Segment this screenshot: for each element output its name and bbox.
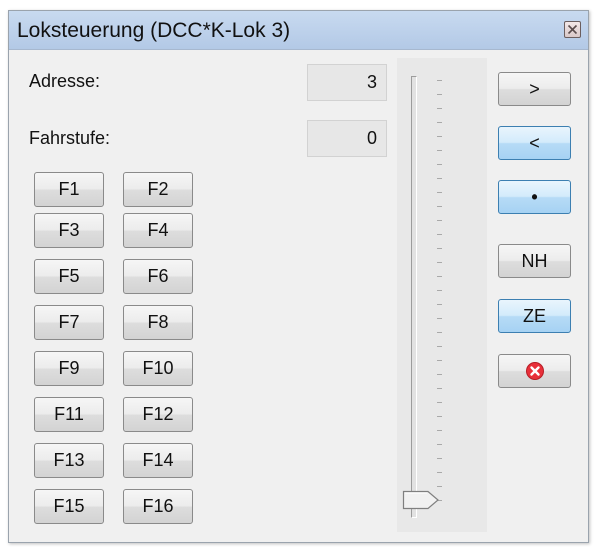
function-button-f15[interactable]: F15: [34, 489, 104, 524]
close-x-icon: [567, 24, 578, 35]
slider-tick: [437, 360, 442, 361]
function-button-f9[interactable]: F9: [34, 351, 104, 386]
speed-step-value: 0: [307, 120, 387, 157]
slider-tick: [437, 430, 442, 431]
function-button-f7[interactable]: F7: [34, 305, 104, 340]
slider-tick: [437, 164, 442, 165]
slider-tick: [437, 458, 442, 459]
stop-button[interactable]: •: [498, 180, 571, 214]
address-value: 3: [307, 64, 387, 101]
window-title: Loksteuerung (DCC*K-Lok 3): [17, 19, 291, 42]
slider-tick: [437, 444, 442, 445]
speed-step-label: Fahrstufe:: [29, 128, 111, 148]
slider-tick: [437, 108, 442, 109]
slider-tick: [437, 388, 442, 389]
slider-tick: [437, 416, 442, 417]
slider-tick: [437, 192, 442, 193]
slider-tick: [437, 150, 442, 151]
function-button-f14[interactable]: F14: [123, 443, 193, 478]
slider-tick: [437, 262, 442, 263]
function-button-f10[interactable]: F10: [123, 351, 193, 386]
slider-tick: [437, 122, 442, 123]
address-label: Adresse:: [29, 71, 101, 91]
slider-tick: [437, 472, 442, 473]
close-button[interactable]: [564, 21, 581, 38]
slider-tick: [437, 178, 442, 179]
function-button-f12[interactable]: F12: [123, 397, 193, 432]
slider-tick: [437, 206, 442, 207]
emergency-stop-button[interactable]: [498, 354, 571, 388]
slider-tick: [437, 248, 442, 249]
slider-tick: [437, 374, 442, 375]
nh-button[interactable]: NH: [498, 244, 571, 278]
slider-tick: [437, 80, 442, 81]
slider-tick: [437, 290, 442, 291]
slider-ticks: [437, 80, 443, 510]
slider-tick: [437, 304, 442, 305]
function-button-f1[interactable]: F1: [34, 172, 104, 207]
slider-tick: [437, 136, 442, 137]
slider-thumb[interactable]: [402, 490, 440, 510]
function-button-f13[interactable]: F13: [34, 443, 104, 478]
forward-button[interactable]: >: [498, 72, 571, 106]
title-bar[interactable]: Loksteuerung (DCC*K-Lok 3): [9, 11, 588, 50]
function-button-f4[interactable]: F4: [123, 213, 193, 248]
slider-tick: [437, 220, 442, 221]
function-button-f16[interactable]: F16: [123, 489, 193, 524]
slider-tick: [437, 332, 442, 333]
slider-track: [411, 76, 417, 518]
slider-tick: [437, 486, 442, 487]
slider-tick: [437, 318, 442, 319]
speed-slider[interactable]: [397, 58, 487, 532]
backward-button[interactable]: <: [498, 126, 571, 160]
slider-tick: [437, 276, 442, 277]
function-button-f11[interactable]: F11: [34, 397, 104, 432]
function-button-f3[interactable]: F3: [34, 213, 104, 248]
loksteuerung-window: Loksteuerung (DCC*K-Lok 3) Adresse: 3 Fa…: [8, 10, 589, 543]
slider-tick: [437, 402, 442, 403]
slider-tick: [437, 346, 442, 347]
function-button-f2[interactable]: F2: [123, 172, 193, 207]
function-button-f6[interactable]: F6: [123, 259, 193, 294]
slider-tick: [437, 234, 442, 235]
function-button-f5[interactable]: F5: [34, 259, 104, 294]
red-circle-x-icon: [525, 362, 544, 380]
ze-button[interactable]: ZE: [498, 299, 571, 333]
function-button-f8[interactable]: F8: [123, 305, 193, 340]
slider-tick: [437, 94, 442, 95]
